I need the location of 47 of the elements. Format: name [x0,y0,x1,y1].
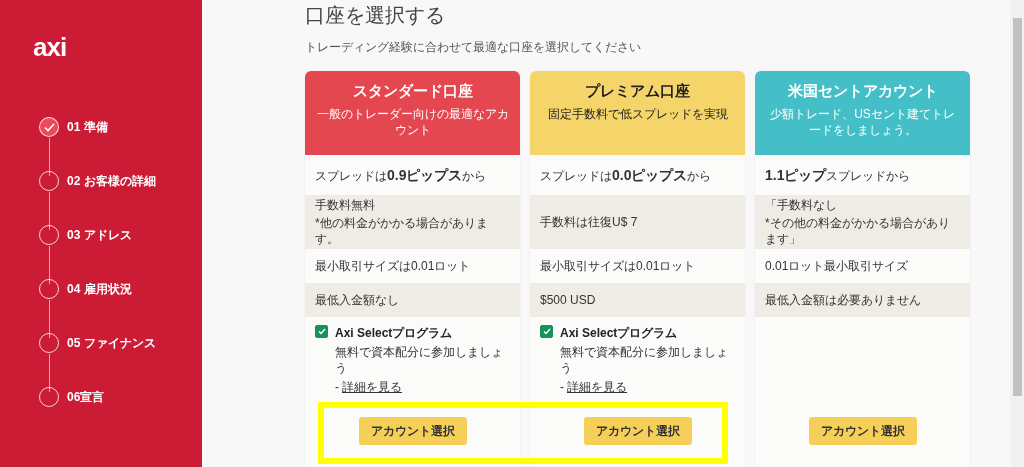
step-label: 06宣言 [67,389,105,405]
spread-text: スプレッドは0.0ピップスから [540,166,712,184]
step-label: 01 準備 [67,119,108,135]
step-label: 04 雇用状況 [67,281,132,297]
select-account-button[interactable]: アカウント選択 [808,417,917,445]
checkbox[interactable] [315,325,328,338]
deposit-text: 最低入金額は必要ありません [765,292,921,308]
select-account-button[interactable]: アカウント選択 [583,417,692,445]
min-size-text: 最小取引サイズは0.01ロット [540,258,696,274]
check-icon [317,328,326,335]
min-size-text: 0.01ロット最小取引サイズ [765,258,909,274]
fee-note: *その他の料金がかかる場合があります」 [765,215,951,247]
fee-note: *他の料金がかかる場合があります。 [315,215,489,247]
card-tagline: 少額トレード、USセント建てトレードをしましょう。 [769,106,956,138]
deposit-text: 最低入金額なし [315,292,399,308]
scrollbar-thumb[interactable] [1013,18,1022,396]
select-account-button[interactable]: アカウント選択 [358,417,467,445]
spread-text: 1.1ピップスプレッドから [765,166,911,184]
dash-text: - [560,379,564,395]
step-label: 02 お客様の詳細 [67,173,156,189]
details-link[interactable]: 詳細を見る [342,379,402,395]
card-tagline: 一般のトレーダー向けの最適なアカウント [315,106,510,138]
logo: axi [33,34,67,60]
check-icon [43,122,55,132]
page-title: 口座を選択する [305,3,445,28]
program-title: Axi Selectプログラム [560,325,678,341]
dash-text: - [335,379,339,395]
checkbox[interactable] [540,325,553,338]
card-title: 米国セントアカウント [787,82,938,101]
deposit-text: $500 USD [540,292,596,308]
check-icon [542,328,551,335]
program-text: 無料で資本配分に参加しましょう [335,344,504,376]
fee-text: 「手数料なし [765,197,837,213]
scrollbar[interactable] [1010,0,1024,467]
details-link[interactable]: 詳細を見る [567,379,627,395]
fee-text: 手数料無料 [315,197,375,213]
spread-text: スプレッドは0.9ピップスから [315,166,487,184]
program-text: 無料で資本配分に参加しましょう [560,344,729,376]
page-subtitle: トレーディング経験に合わせて最適な口座を選択してください [305,39,641,55]
min-size-text: 最小取引サイズは0.01ロット [315,258,471,274]
program-title: Axi Selectプログラム [335,325,453,341]
step-label: 05 ファイナンス [67,335,156,351]
card-tagline: 固定手数料で低スプレッドを実現 [547,106,728,122]
card-title: スタンダード口座 [352,82,473,101]
fee-text: 手数料は往復U$ 7 [540,214,638,230]
card-title: プレミアム口座 [585,82,690,101]
step-label: 03 アドレス [67,227,132,243]
